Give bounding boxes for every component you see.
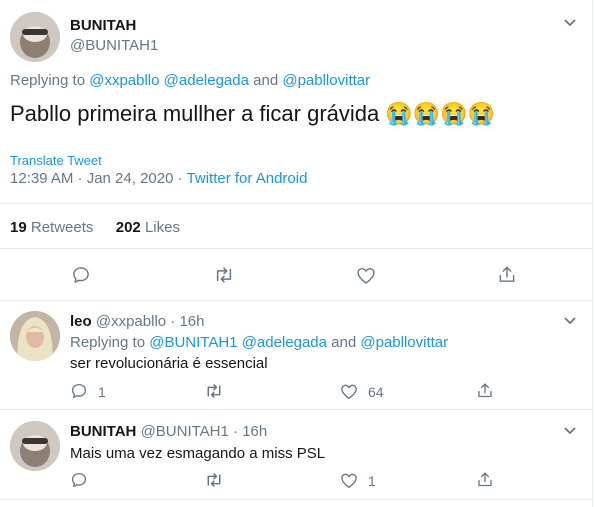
- translate-tweet-link[interactable]: Translate Tweet: [10, 153, 102, 168]
- replying-to: Replying to @xxpabllo @adelegada and @pa…: [10, 72, 370, 89]
- replying-and: and: [253, 72, 279, 89]
- chevron-down-icon[interactable]: [563, 18, 577, 28]
- divider: [0, 248, 592, 249]
- heart-icon[interactable]: [340, 383, 358, 400]
- retweet-icon[interactable]: [204, 471, 224, 489]
- divider: [0, 409, 592, 410]
- retweets-count[interactable]: 19: [10, 219, 27, 236]
- avatar[interactable]: [10, 421, 60, 471]
- share-icon[interactable]: [497, 264, 517, 285]
- replying-prefix: Replying to: [10, 72, 86, 89]
- reply-text: Mais uma vez esmagando a miss PSL: [70, 445, 326, 462]
- crying-emoji: 😭😭😭😭: [385, 101, 495, 126]
- tweet-timestamp[interactable]: 12:39 AM · Jan 24, 2020: [10, 170, 173, 187]
- divider: [0, 499, 592, 500]
- reply-count: 1: [98, 384, 106, 400]
- mention-link[interactable]: @adelegada: [242, 334, 327, 351]
- comment-icon[interactable]: [70, 382, 88, 400]
- chevron-down-icon[interactable]: [563, 316, 577, 326]
- author-name[interactable]: BUNITAH: [70, 423, 136, 440]
- heart-icon[interactable]: [356, 266, 376, 285]
- reply-text: ser revolucionária é essencial: [70, 355, 268, 372]
- tweet-meta: 12:39 AM · Jan 24, 2020 · Twitter for An…: [10, 170, 307, 187]
- retweet-icon[interactable]: [204, 382, 224, 400]
- frame-border: [592, 0, 593, 507]
- mention-link[interactable]: @pabllovittar: [360, 334, 448, 351]
- author-name[interactable]: leo: [70, 313, 92, 330]
- replying-and: and: [331, 334, 357, 351]
- avatar[interactable]: [10, 311, 60, 361]
- reply-time[interactable]: · 16h: [233, 423, 267, 440]
- divider: [0, 300, 592, 301]
- replying-prefix: Replying to: [70, 334, 146, 351]
- avatar[interactable]: [10, 12, 60, 62]
- replying-to: Replying to @BUNITAH1 @adelegada and @pa…: [70, 334, 448, 351]
- reply-header: leo @xxpabllo · 16h: [70, 313, 205, 330]
- mention-link[interactable]: @pabllovittar: [282, 72, 370, 89]
- author-handle[interactable]: @BUNITAH1: [141, 423, 229, 440]
- reply-header: BUNITAH @BUNITAH1 · 16h: [70, 423, 267, 440]
- reply-time[interactable]: · 16h: [170, 313, 204, 330]
- tweet-client[interactable]: Twitter for Android: [187, 170, 308, 187]
- comment-icon[interactable]: [70, 471, 88, 489]
- heart-icon[interactable]: [340, 472, 358, 489]
- author-handle[interactable]: @BUNITAH1: [70, 37, 158, 54]
- chevron-down-icon[interactable]: [563, 426, 577, 436]
- retweets-label[interactable]: Retweets: [31, 219, 94, 236]
- likes-count[interactable]: 202: [116, 219, 141, 236]
- retweet-icon[interactable]: [213, 265, 235, 285]
- share-icon[interactable]: [476, 470, 494, 489]
- share-icon[interactable]: [476, 381, 494, 400]
- mention-link[interactable]: @BUNITAH1: [149, 334, 237, 351]
- author-name[interactable]: BUNITAH: [70, 17, 136, 34]
- author-handle[interactable]: @xxpabllo: [96, 313, 166, 330]
- mention-link[interactable]: @adelegada: [164, 72, 249, 89]
- mention-link[interactable]: @xxpabllo: [89, 72, 159, 89]
- like-count: 64: [368, 384, 384, 400]
- divider: [0, 203, 592, 204]
- likes-label[interactable]: Likes: [145, 219, 180, 236]
- tweet-text: Pabllo primeira mullher a ficar grávida …: [10, 101, 495, 127]
- like-count: 1: [368, 473, 376, 489]
- tweet-stats: 19 Retweets 202 Likes: [10, 219, 180, 236]
- tweet-body: Pabllo primeira mullher a ficar grávida: [10, 101, 380, 126]
- meta-separator: ·: [177, 170, 183, 187]
- comment-icon[interactable]: [71, 265, 91, 285]
